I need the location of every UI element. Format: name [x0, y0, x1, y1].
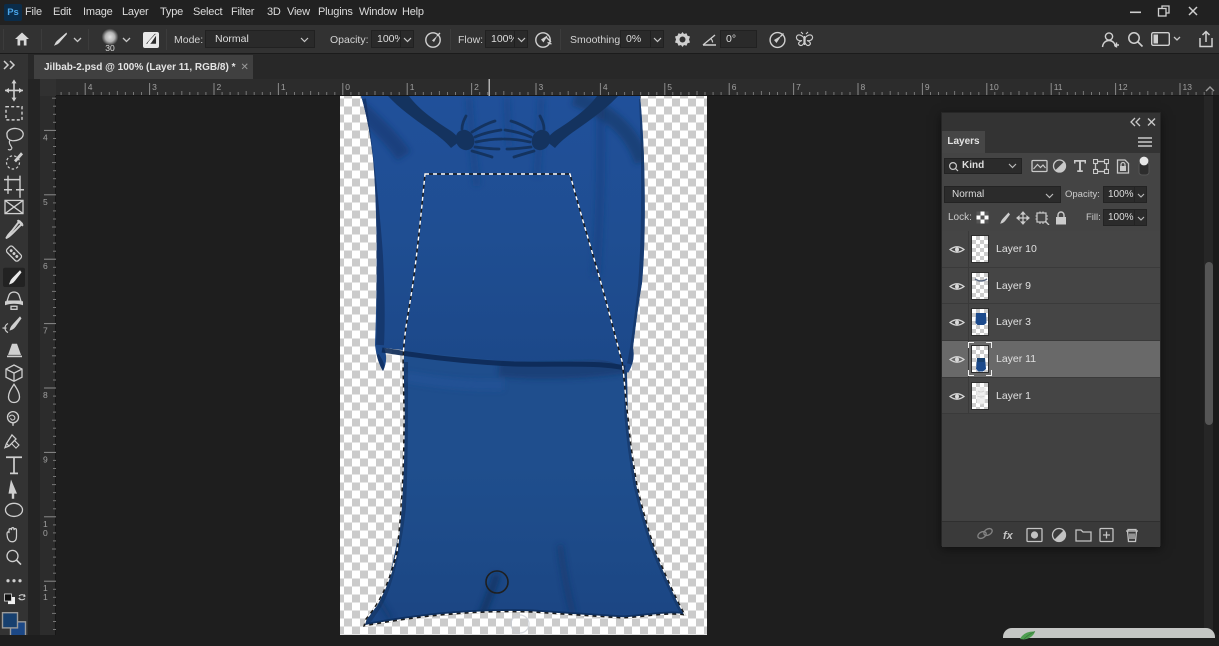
svg-text:10: 10 — [989, 82, 999, 92]
svg-text:7: 7 — [43, 326, 48, 336]
svg-text:12: 12 — [1118, 82, 1128, 92]
svg-text:6: 6 — [732, 82, 737, 92]
svg-text:4: 4 — [603, 82, 608, 92]
svg-text:0: 0 — [345, 82, 350, 92]
svg-text:1: 1 — [281, 82, 286, 92]
svg-text:2: 2 — [474, 82, 479, 92]
svg-text:7: 7 — [796, 82, 801, 92]
svg-text:30: 30 — [105, 43, 115, 52]
svg-text:11: 11 — [1054, 82, 1063, 92]
svg-text:9: 9 — [43, 454, 48, 464]
svg-text:1: 1 — [43, 592, 48, 602]
svg-text:3: 3 — [539, 82, 544, 92]
svg-text:6: 6 — [43, 261, 48, 271]
svg-text:2: 2 — [217, 82, 222, 92]
svg-text:fx: fx — [1003, 530, 1014, 542]
svg-text:8: 8 — [43, 390, 48, 400]
svg-text:4: 4 — [88, 82, 93, 92]
svg-text:8: 8 — [861, 82, 866, 92]
svg-text:0: 0 — [43, 528, 48, 538]
svg-text:4: 4 — [43, 132, 48, 142]
svg-text:13: 13 — [1183, 82, 1193, 92]
svg-text:3: 3 — [152, 82, 157, 92]
svg-text:1: 1 — [410, 82, 415, 92]
svg-text:9: 9 — [925, 82, 930, 92]
svg-text:5: 5 — [43, 197, 48, 207]
svg-text:5: 5 — [667, 82, 672, 92]
